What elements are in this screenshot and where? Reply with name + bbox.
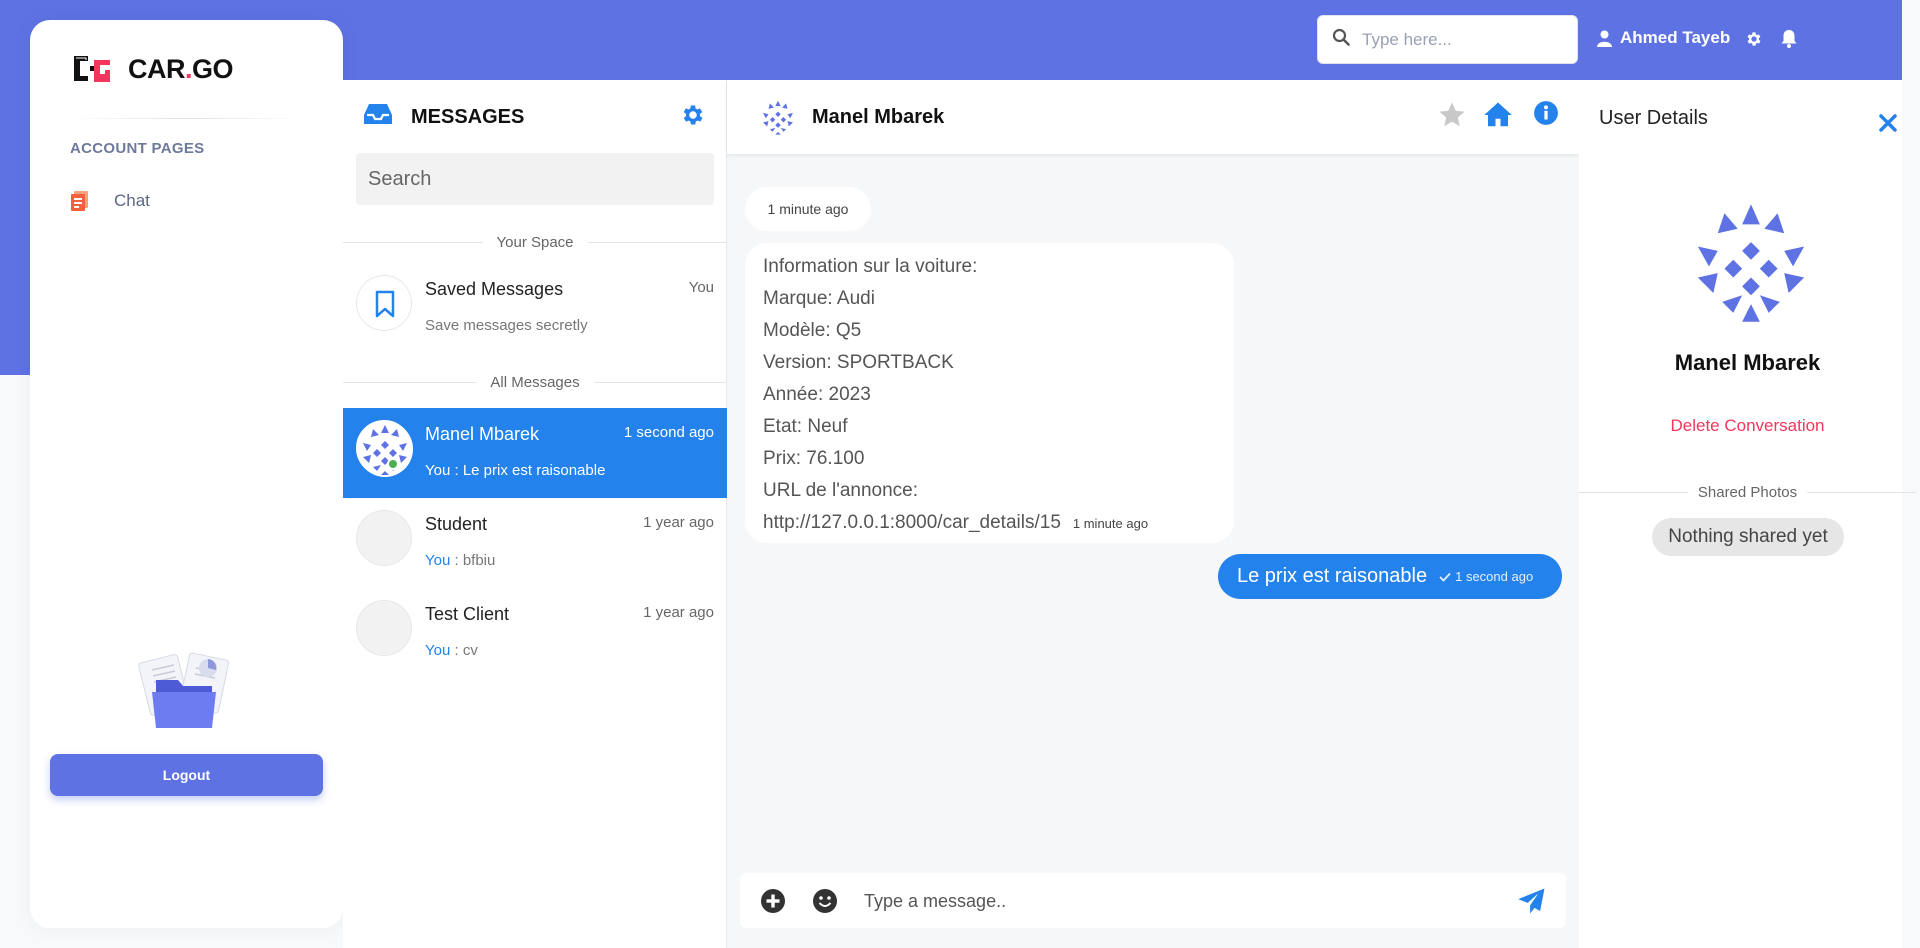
outgoing-message-text: Le prix est raisonable: [1237, 565, 1428, 587]
message-composer: [740, 873, 1566, 928]
message-line: Prix: 76.100: [763, 448, 865, 469]
conversation-preview: You : Le prix est raisonable: [425, 462, 606, 479]
conversation-time: 1 year ago: [643, 604, 714, 621]
user-name: Ahmed Tayeb: [1620, 28, 1731, 47]
check-icon: [1439, 572, 1451, 582]
message-line: Modèle: Q5: [763, 320, 862, 341]
message-link[interactable]: http://127.0.0.1:8000/car_details/15: [763, 512, 1061, 533]
inbox-icon: [363, 102, 393, 131]
user-details-panel: User Details Manel Mbarek Delete Convers…: [1579, 80, 1902, 948]
page-edge: [1902, 0, 1920, 948]
incoming-message: Information sur la voiture: Marque: Audi…: [745, 243, 1234, 543]
conversation-preview: Save messages secretly: [425, 317, 588, 334]
conversation-item-manel-mbarek[interactable]: Manel Mbarek 1 second ago You : Le prix …: [343, 408, 727, 498]
message-line: URL de l'annonce:: [763, 480, 919, 501]
message-meta: 1 second ago: [1439, 569, 1533, 584]
document-icon: [70, 190, 90, 212]
gear-icon[interactable]: [1745, 30, 1763, 53]
chat-header: Manel Mbarek: [727, 80, 1579, 154]
contact-avatar[interactable]: [759, 98, 797, 136]
conversation-time: 1 second ago: [623, 424, 714, 441]
message-line-url: http://127.0.0.1:8000/car_details/15 1 mi…: [763, 507, 1216, 540]
plus-circle-icon[interactable]: [760, 888, 786, 919]
settings-gear-icon[interactable]: [680, 102, 706, 133]
saved-messages-avatar: [356, 275, 412, 331]
bell-icon[interactable]: [1781, 30, 1797, 53]
send-icon[interactable]: [1517, 886, 1547, 921]
user-icon: [1597, 30, 1612, 47]
brand-name: CAR.GO: [128, 53, 234, 84]
saved-messages-item[interactable]: Saved Messages You Save messages secretl…: [343, 263, 727, 353]
message-line: Marque: Audi: [763, 288, 875, 309]
message-line: Information sur la voiture:: [763, 256, 978, 277]
message-line: Année: 2023: [763, 384, 871, 405]
user-details-title: User Details: [1599, 107, 1708, 129]
conversation-search-input[interactable]: [356, 153, 714, 205]
user-details-name: Manel Mbarek: [1674, 350, 1821, 375]
conversation-list-title: MESSAGES: [411, 106, 525, 128]
user-menu[interactable]: Ahmed Tayeb: [1597, 28, 1730, 48]
conversation-preview: You : cv: [425, 642, 478, 659]
message-line: Version: SPORTBACK: [763, 352, 954, 373]
outgoing-message: Le prix est raisonable 1 second ago: [1218, 554, 1562, 599]
chat-contact-name: Manel Mbarek: [812, 106, 945, 128]
chat-panel: Manel Mbarek 1 minute ago Information su…: [727, 80, 1579, 948]
emoji-icon[interactable]: [812, 888, 838, 919]
header-search[interactable]: [1317, 15, 1578, 64]
conversation-list-panel: MESSAGES Your Space Saved Messages You S…: [343, 80, 727, 948]
user-details-avatar: [1689, 200, 1813, 324]
sidebar-divider: [70, 118, 303, 119]
delete-conversation-link[interactable]: Delete Conversation: [1579, 416, 1916, 436]
logout-button[interactable]: Logout: [50, 754, 323, 796]
all-messages-separator: All Messages: [343, 372, 727, 392]
home-icon[interactable]: [1483, 100, 1513, 135]
conversation-name: Manel Mbarek: [425, 424, 540, 444]
nothing-shared-badge: Nothing shared yet: [1652, 518, 1844, 556]
brand[interactable]: CAR.GO: [70, 52, 234, 86]
conversation-time: You: [688, 279, 714, 296]
close-icon[interactable]: [1879, 114, 1897, 137]
star-icon[interactable]: [1437, 100, 1467, 135]
conversation-item-test-client[interactable]: Test Client 1 year ago You : cv: [343, 588, 727, 678]
conversation-name: Student: [425, 514, 488, 534]
shared-photos-separator: Shared Photos: [1579, 482, 1916, 502]
your-space-separator: Your Space: [343, 232, 727, 252]
avatar: [356, 420, 413, 477]
online-status-dot: [387, 458, 399, 470]
cargo-logo-icon: [70, 52, 114, 86]
conversation-name: Saved Messages: [425, 279, 564, 299]
message-line: Etat: Neuf: [763, 416, 848, 437]
avatar: [356, 510, 412, 566]
info-icon[interactable]: [1533, 100, 1559, 131]
conversation-preview: You : bfbiu: [425, 552, 496, 569]
message-timestamp: 1 minute ago: [745, 187, 871, 231]
conversation-time: 1 year ago: [643, 514, 714, 531]
message-time: 1 second ago: [1455, 569, 1534, 584]
search-icon: [1332, 28, 1350, 51]
conversation-item-student[interactable]: Student 1 year ago You : bfbiu: [343, 498, 727, 588]
search-input[interactable]: [1362, 29, 1562, 50]
avatar: [356, 600, 412, 656]
conversation-name: Test Client: [425, 604, 510, 624]
sidebar: CAR.GO ACCOUNT PAGES Chat Logout: [30, 20, 343, 928]
conversation-list-header: MESSAGES: [343, 80, 727, 152]
section-heading: ACCOUNT PAGES: [70, 140, 205, 157]
sidebar-item-label: Chat: [114, 191, 150, 210]
message-time: 1 minute ago: [1072, 516, 1149, 531]
message-input[interactable]: [864, 887, 1484, 915]
sidebar-item-chat[interactable]: Chat: [70, 190, 150, 212]
folder-illustration: [126, 640, 242, 740]
